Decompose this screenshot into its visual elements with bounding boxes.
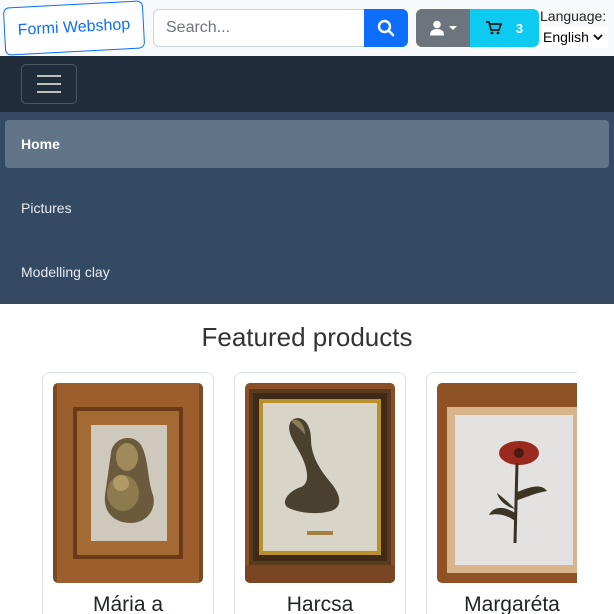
nav-item-modelling-clay[interactable]: Modelling clay (5, 248, 609, 296)
cart-icon (485, 21, 502, 35)
nav-item-home[interactable]: Home (5, 120, 609, 168)
featured-products-heading: Featured products (201, 322, 413, 352)
product-image[interactable] (437, 383, 577, 583)
user-menu-button[interactable] (416, 9, 470, 47)
product-card[interactable]: Harcsa (234, 372, 406, 614)
product-title[interactable]: Mária a (43, 593, 213, 614)
featured-products-carousel: Mária a Harcsa Margaréta (0, 372, 577, 614)
product-card[interactable]: Margaréta (426, 372, 577, 614)
cart-button[interactable]: 3 (470, 9, 539, 47)
navbar-toggler[interactable] (21, 64, 77, 104)
product-title[interactable]: Margaréta (427, 593, 577, 614)
search-icon (377, 19, 395, 37)
product-image[interactable] (53, 383, 203, 583)
main-navbar (0, 56, 614, 112)
user-icon (430, 20, 444, 36)
hamburger-icon (37, 75, 61, 77)
nav-menu: Home Pictures Modelling clay (0, 112, 614, 304)
search-input[interactable] (153, 9, 365, 47)
cart-count-badge: 3 (515, 20, 524, 36)
top-bar: Formi Webshop 3 Language: English (0, 0, 614, 56)
product-image[interactable] (245, 383, 395, 583)
product-card[interactable]: Mária a (42, 372, 214, 614)
language-select[interactable]: English (540, 26, 608, 48)
chevron-down-icon (593, 33, 603, 40)
search-button[interactable] (364, 9, 408, 47)
caret-down-icon (449, 26, 457, 30)
language-label: Language: (540, 8, 607, 24)
language-selected-value: English (543, 29, 589, 45)
product-title[interactable]: Harcsa (235, 593, 405, 614)
logo-button[interactable]: Formi Webshop (2, 0, 146, 56)
nav-item-pictures[interactable]: Pictures (5, 184, 609, 232)
